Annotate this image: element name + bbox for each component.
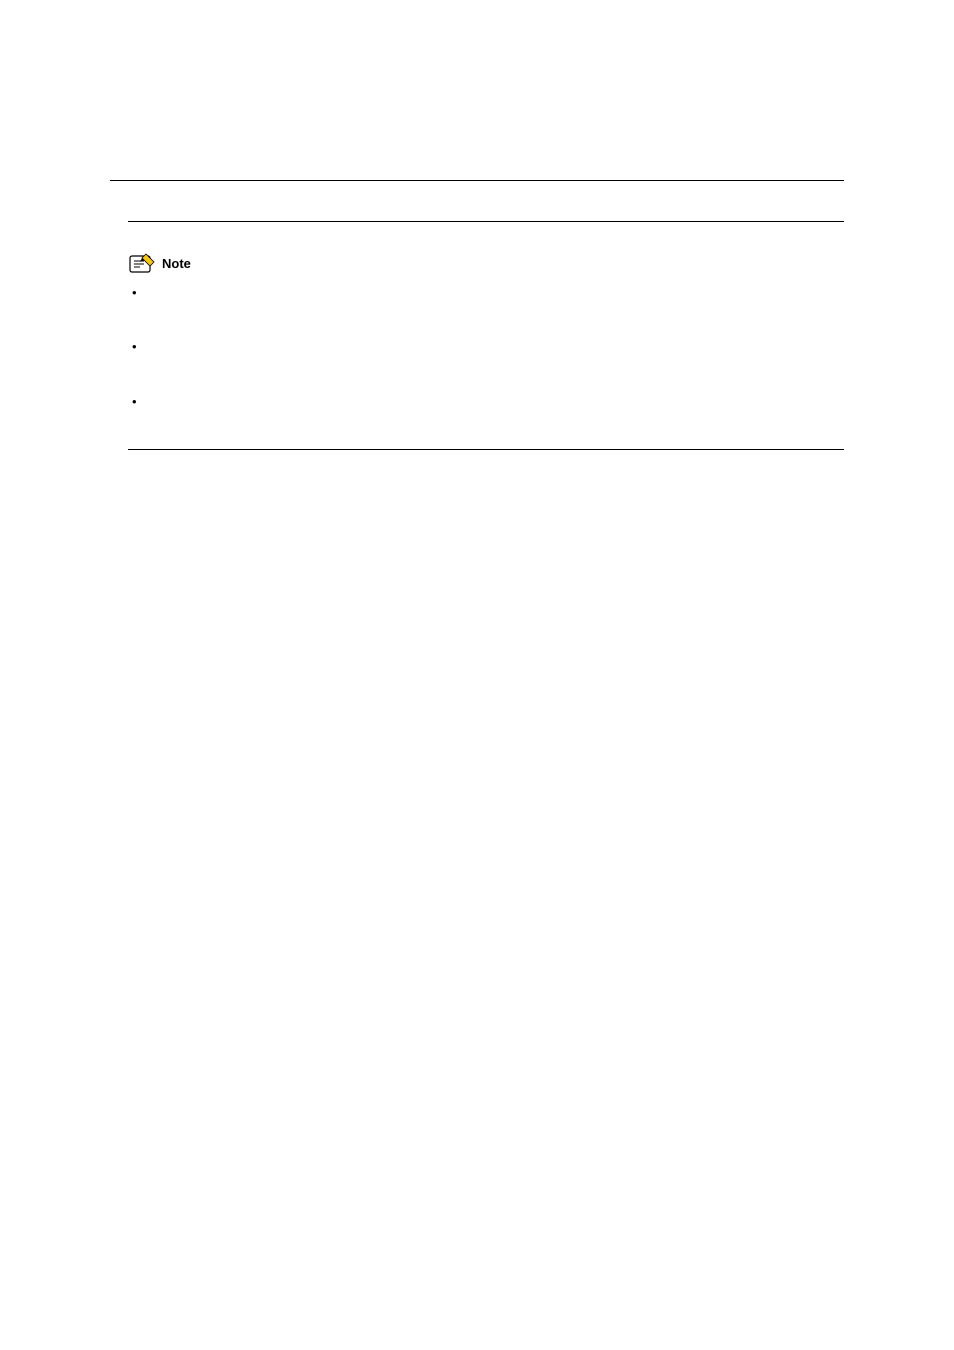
note-header: Note: [128, 252, 844, 274]
note-label: Note: [162, 256, 191, 271]
divider-inner-bottom: [128, 449, 844, 450]
list-item: [128, 393, 844, 429]
list-item: [128, 284, 844, 320]
note-icon: [128, 252, 156, 274]
list-item: [128, 338, 844, 374]
note-block: Note: [128, 252, 844, 429]
note-bullet-list: [128, 284, 844, 429]
divider-inner-top: [128, 221, 844, 222]
divider-top: [110, 180, 844, 181]
